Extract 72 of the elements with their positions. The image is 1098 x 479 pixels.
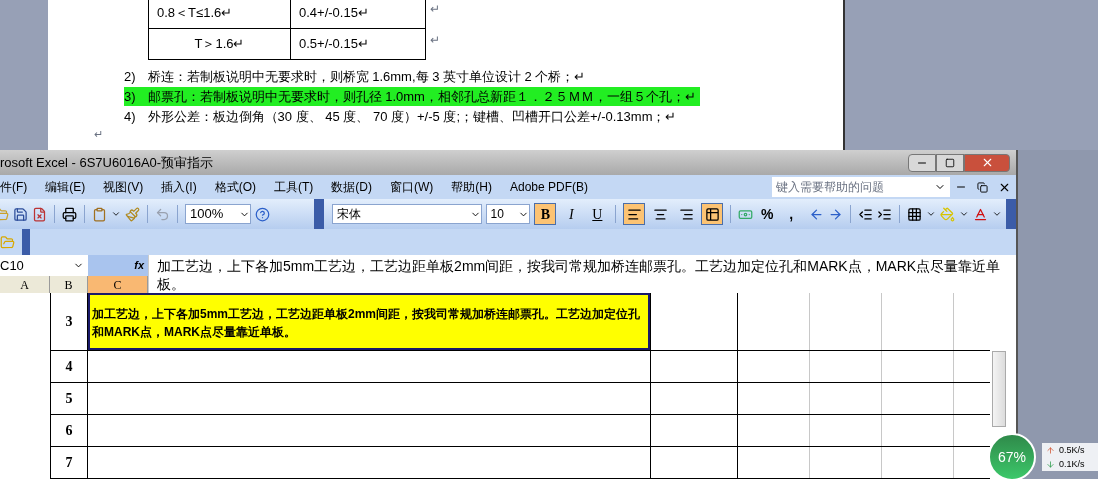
align-merge-icon [704, 206, 720, 222]
font-size-field[interactable]: 10 [485, 204, 531, 224]
paste-icon[interactable] [92, 206, 107, 222]
function-button[interactable]: fx [134, 257, 144, 274]
save-icon[interactable] [13, 206, 28, 222]
vertical-scrollbar[interactable] [992, 351, 1006, 427]
align-center-icon [652, 206, 668, 222]
column-header[interactable]: A [0, 276, 50, 293]
merge-center-button[interactable] [701, 203, 724, 225]
paragraph-mark: ↵ [94, 127, 104, 142]
table-cell-text: 0.4+/-0.15↵ [298, 4, 370, 23]
toolbar-handle[interactable] [22, 229, 30, 255]
menu-item[interactable]: 视图(V) [103, 178, 144, 197]
menu-item[interactable]: 格式(O) [214, 178, 256, 197]
font-color-icon[interactable] [973, 206, 989, 222]
menu-item[interactable]: 工具(T) [274, 178, 314, 197]
menu-item[interactable]: 帮助(H) [451, 178, 492, 197]
number-format-button[interactable]: % [757, 203, 778, 225]
format-button[interactable]: U [586, 203, 609, 225]
list-item: 4) 外形公差：板边倒角（30 度、 45 度、 70 度）+/-5 度;；键槽、凹槽开口公差+/-0.13mm；↵ [124, 108, 678, 126]
table-cell: T＞1.6↵ [149, 29, 291, 59]
permission-icon[interactable] [32, 206, 47, 222]
menu-item[interactable]: 插入(I) [161, 178, 197, 197]
restore-icon[interactable] [977, 181, 988, 193]
table-cell: 0.8＜T≤1.6↵ [149, 0, 291, 28]
window-title: rosoft Excel - 6S7U6016A0-预审指示 [0, 153, 214, 172]
format-painter-icon[interactable] [125, 206, 140, 222]
print-icon[interactable] [62, 206, 77, 222]
download-icon [1046, 459, 1055, 469]
increase-decimal-icon[interactable] [809, 206, 825, 222]
download-speed: 0.1K/s [1059, 458, 1085, 471]
column-header[interactable]: B [50, 276, 88, 293]
list-item: 3) 邮票孔：若制板说明中无要求时，则孔径 1.0mm，相邻孔总新距１．２５ＭＭ，一组５个孔；↵ [124, 87, 700, 106]
toolbar-handle[interactable] [313, 199, 324, 229]
toolbar-handle[interactable] [1006, 199, 1016, 229]
fill-color-icon[interactable] [940, 206, 956, 222]
help-icon[interactable] [254, 206, 270, 222]
number-format-button[interactable]: , [781, 203, 802, 225]
menu-item[interactable]: 数据(D) [331, 178, 372, 197]
align-left-button[interactable] [623, 203, 646, 225]
format-button[interactable]: B [534, 203, 557, 225]
row-number-cell: 4 [50, 351, 88, 382]
minimize-button[interactable] [908, 153, 936, 172]
row-end-mark: ↵ [429, 1, 440, 18]
font-field[interactable]: 宋体 [331, 204, 482, 224]
increase-indent-icon[interactable] [877, 206, 893, 222]
list-item: 2) 桥连：若制板说明中无要求时，则桥宽 1.6mm,每 3 英寸单位设计 2 个桥；↵ [124, 68, 587, 86]
menu-item[interactable]: 窗口(W) [390, 178, 434, 197]
selected-cell[interactable]: 加工艺边，上下各加5mm工艺边，工艺边距单板2mm间距，按我司常规加桥连邮票孔。工艺边加定位孔和MARK点，MARK点尽量靠近单板。 [88, 293, 650, 350]
name-box[interactable]: C10 [0, 255, 88, 276]
column-header[interactable]: C [88, 276, 148, 293]
decrease-indent-icon[interactable] [858, 206, 874, 222]
format-button[interactable]: I [560, 203, 583, 225]
menu-item[interactable]: 件(F) [0, 178, 28, 197]
row-number-cell: 5 [50, 383, 88, 414]
table-cell-text: 0.5+/-0.15↵ [298, 35, 370, 54]
borders-icon[interactable] [907, 206, 923, 222]
decrease-decimal-icon[interactable] [828, 206, 844, 222]
align-right-icon [678, 206, 694, 222]
row-number-cell: 7 [50, 447, 88, 478]
help-search-field[interactable]: 键入需要帮助的问题 [772, 177, 950, 198]
maximize-button[interactable] [936, 153, 964, 172]
upload-icon [1046, 445, 1055, 455]
upload-speed: 0.5K/s [1059, 444, 1085, 457]
row-number-cell: 6 [50, 415, 88, 446]
maximize-icon [945, 157, 955, 168]
align-left-icon [626, 206, 642, 222]
menu-item[interactable]: 编辑(E) [45, 178, 86, 197]
close-button[interactable] [964, 153, 1010, 172]
row-end-mark: ↵ [429, 32, 440, 49]
zoom-field[interactable]: 100% [185, 204, 251, 224]
menu-item[interactable]: Adobe PDF(B) [510, 178, 588, 197]
